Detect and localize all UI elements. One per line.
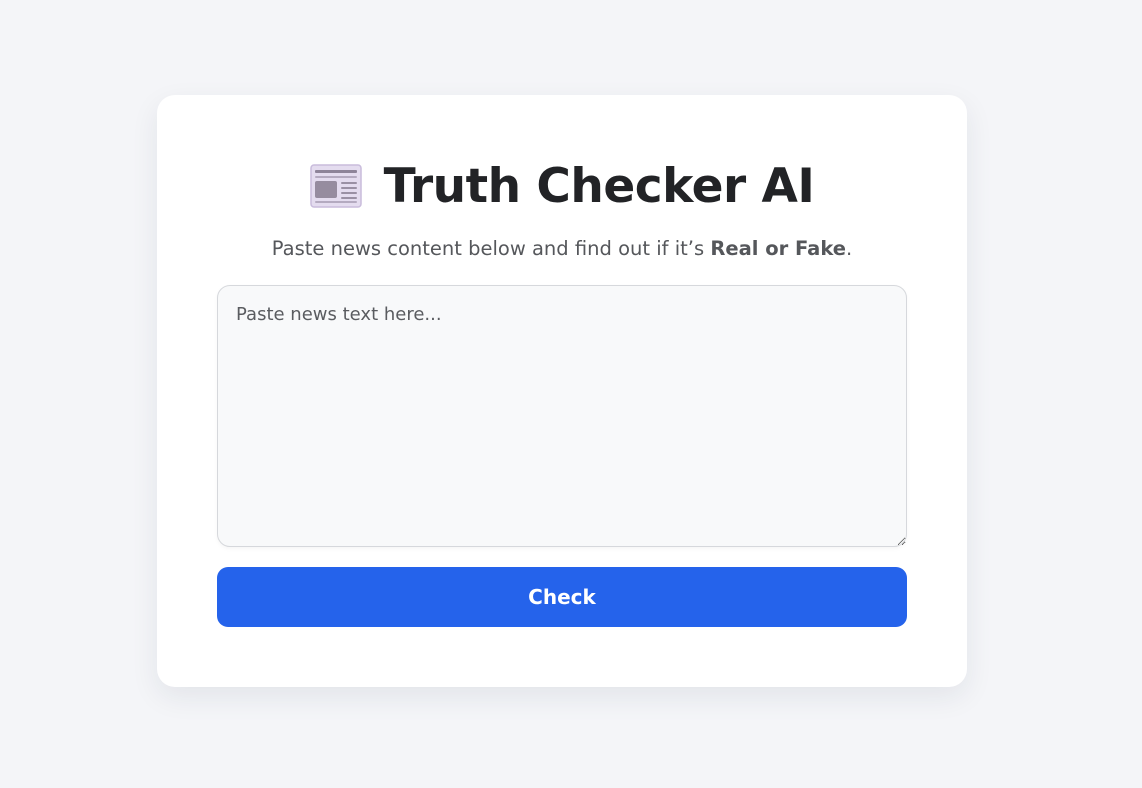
subtitle: Paste news content below and find out if… xyxy=(157,237,967,261)
subtitle-end: . xyxy=(846,237,853,260)
subtitle-text: Paste news content below and find out if… xyxy=(271,237,711,260)
check-button[interactable]: Check xyxy=(217,567,907,627)
checker-card: Truth Checker AI Paste news content belo… xyxy=(157,95,967,687)
news-text-input[interactable] xyxy=(217,285,907,547)
subtitle-emphasis: Real or Fake xyxy=(710,237,847,260)
newspaper-icon xyxy=(309,164,362,208)
title-row: Truth Checker AI xyxy=(157,153,967,219)
page-title: Truth Checker AI xyxy=(383,158,815,214)
